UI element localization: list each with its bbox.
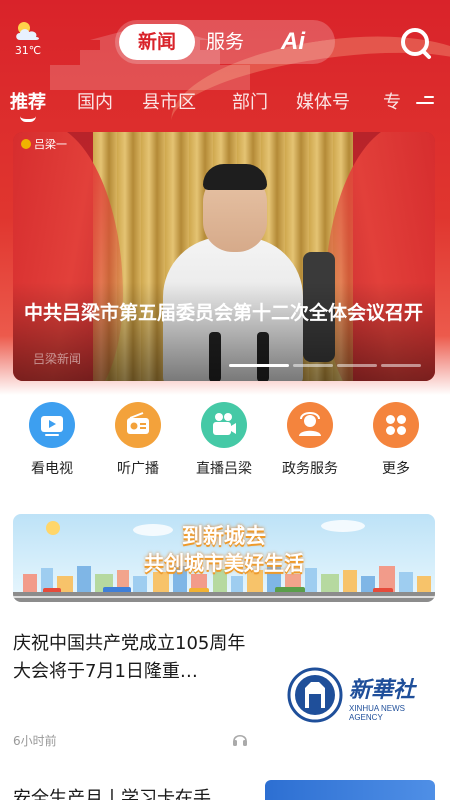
radio-icon (115, 402, 161, 448)
tab-ai[interactable]: Ai (257, 20, 329, 64)
channel-tab-counties[interactable]: 县市区 (142, 88, 196, 114)
station-watermark: 吕梁新闻 (33, 352, 82, 366)
promo-subheadline: 共创城市美好生活 (144, 551, 304, 575)
channel-tab-departments[interactable]: 部门 (232, 88, 268, 114)
channel-menu-icon[interactable] (416, 96, 434, 110)
news-item[interactable]: 安全生产月丨学习卡在手 (13, 780, 435, 800)
top-segmented-control: 新闻 服务 Ai (115, 20, 335, 64)
top-bar: 31℃ 新闻 服务 Ai (0, 0, 450, 88)
quick-entry-radio[interactable]: 听广播 (95, 402, 181, 478)
cloud-icon (16, 22, 39, 40)
government-service-icon (287, 402, 333, 448)
quick-entry-gov-service[interactable]: 政务服务 (267, 402, 353, 478)
video-camera-icon (201, 402, 247, 448)
temperature: 31℃ (14, 44, 42, 57)
quick-entry-more[interactable]: 更多 (353, 402, 439, 478)
headphones-icon[interactable] (231, 730, 249, 748)
xinhua-english: XINHUA NEWS AGENCY (349, 704, 406, 722)
tab-news[interactable]: 新闻 (121, 20, 193, 64)
news-title: 庆祝中国共产党成立105周年大会将于7月1日隆重… (13, 633, 246, 682)
tv-icon (29, 402, 75, 448)
quick-entry-tv[interactable]: 看电视 (9, 402, 95, 478)
promo-headline: 到新城去 (182, 524, 266, 548)
tab-service[interactable]: 服务 (189, 20, 261, 64)
news-thumbnail: 新華社 XINHUA NEWS AGENCY (275, 650, 435, 740)
news-time: 6小时前 (13, 734, 57, 748)
promo-banner[interactable]: 到新城去 共创城市美好生活 (13, 514, 435, 602)
channel-tab-media[interactable]: 媒体号 (296, 88, 350, 114)
search-icon[interactable] (396, 24, 436, 64)
quick-entry-live[interactable]: 直播吕梁 (181, 402, 267, 478)
active-tab-indicator (20, 116, 36, 122)
carousel-indicator (225, 364, 421, 367)
more-grid-icon (373, 402, 419, 448)
channel-tabs: 推荐 国内 县市区 部门 媒体号 专 (0, 88, 450, 122)
channel-tab-recommend[interactable]: 推荐 (10, 88, 46, 114)
channel-tab-domestic[interactable]: 国内 (77, 88, 113, 114)
news-item[interactable]: 庆祝中国共产党成立105周年大会将于7月1日隆重… 新華社 XINHUA NEW… (13, 630, 435, 760)
channel-tab-special[interactable]: 专 (383, 88, 401, 114)
news-thumbnail (265, 780, 435, 800)
banner-title: 中共吕梁市第五届委员会第十二次全体会议召开 (24, 302, 424, 324)
xinhua-wordmark: 新華社 (349, 677, 416, 703)
quick-entry-row: 看电视 听广播 直播吕梁 政务服务 更多 (0, 402, 450, 484)
weather-widget[interactable]: 31℃ (10, 20, 46, 57)
channel-logo: 吕梁一 (21, 136, 67, 152)
headline-banner[interactable]: 吕梁一 吕梁新闻 中共吕梁市第五届委员会第十二次全体会议召开 (13, 132, 435, 381)
news-title: 安全生产月丨学习卡在手 (13, 788, 211, 800)
